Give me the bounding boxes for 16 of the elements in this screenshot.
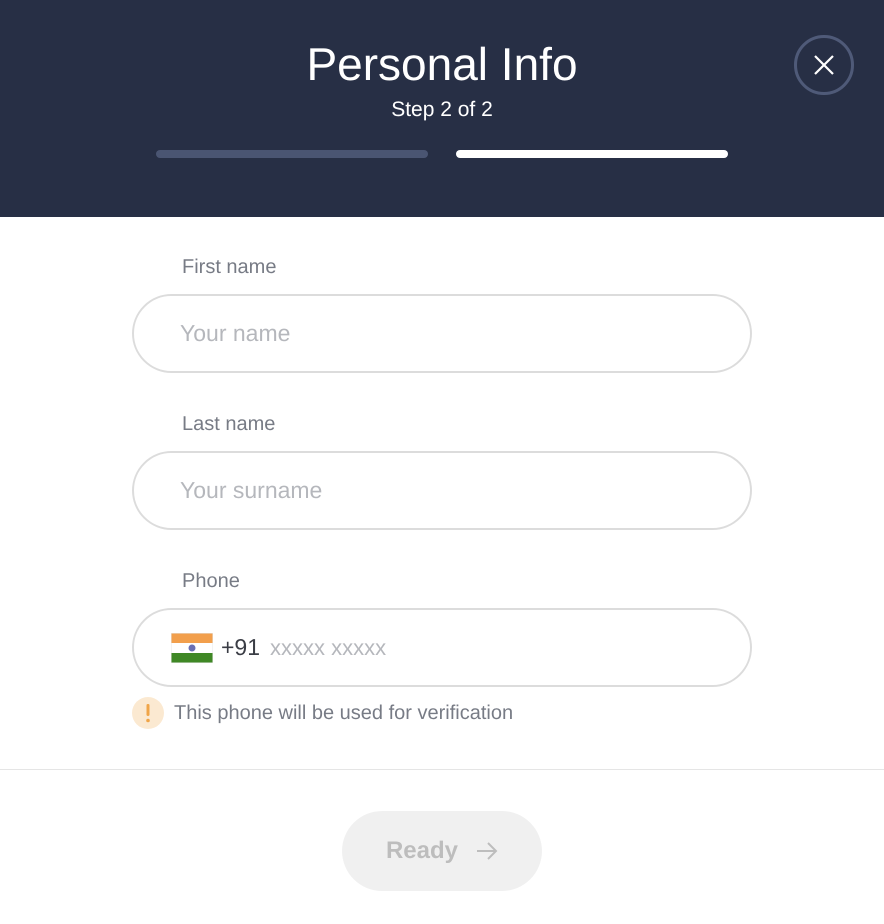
field-label: Last name: [182, 412, 276, 436]
close-icon: [813, 54, 835, 76]
input-field[interactable]: Your surname: [132, 451, 752, 530]
phone-field[interactable]: +91 xxxxx xxxxx: [132, 608, 752, 687]
field-label: First name: [182, 255, 278, 279]
dialog-title: Personal Info: [306, 37, 578, 92]
input-field[interactable]: Your name: [132, 294, 752, 373]
hint-text: This phone will be used for verification: [174, 701, 514, 726]
flag-icon: [171, 632, 213, 662]
step-indicator: Step 2 of 2: [391, 97, 493, 123]
field-label: Phone: [182, 569, 241, 593]
arrow-icon: [476, 842, 498, 860]
phone-input[interactable]: xxxxx xxxxx: [270, 631, 750, 664]
warning-icon: [132, 697, 164, 729]
country-code[interactable]: +91: [221, 630, 260, 665]
close-button[interactable]: [794, 35, 854, 95]
